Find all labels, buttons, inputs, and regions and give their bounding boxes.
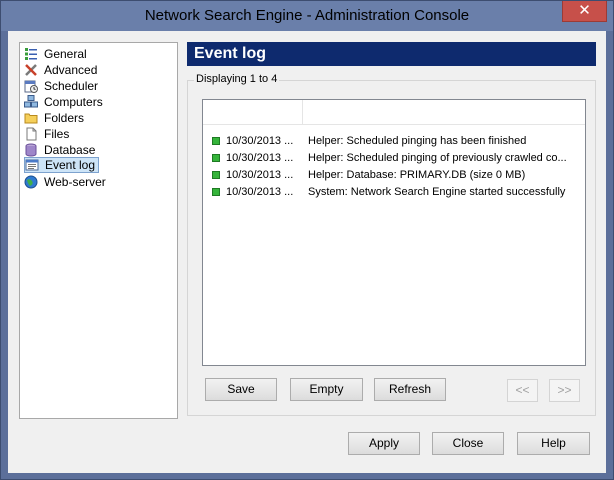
sidebar-item-label: Computers — [44, 95, 103, 109]
sidebar-item-files[interactable]: Files — [24, 126, 72, 142]
sidebar-item-general[interactable]: General — [24, 46, 90, 62]
log-datetime: 10/30/2013 ... — [226, 134, 294, 147]
globe-icon — [24, 175, 38, 189]
log-message: Helper: Database: PRIMARY.DB (size 0 MB) — [308, 168, 526, 181]
log-datetime: 10/30/2013 ... — [226, 151, 294, 164]
log-datetime: 10/30/2013 ... — [226, 185, 294, 198]
sidebar-item-label: Files — [44, 127, 70, 141]
sidebar-item-event-log[interactable]: Event log — [24, 157, 100, 173]
status-ok-icon — [212, 136, 220, 145]
sidebar-item-database[interactable]: Database — [24, 142, 98, 158]
event-log-icon — [25, 158, 39, 172]
prev-page-button[interactable]: << — [507, 379, 538, 402]
table-row[interactable]: 10/30/2013 ... Helper: Scheduled pinging… — [212, 149, 566, 166]
database-icon — [24, 143, 38, 157]
sidebar-item-label: Folders — [44, 111, 85, 125]
list-icon — [24, 47, 38, 61]
table-row[interactable]: 10/30/2013 ... Helper: Database: PRIMARY… — [212, 166, 566, 183]
status-ok-icon — [212, 187, 220, 196]
table-row[interactable]: 10/30/2013 ... Helper: Scheduled pinging… — [212, 132, 566, 149]
log-message: System: Network Search Engine started su… — [308, 185, 566, 198]
table-row[interactable]: 10/30/2013 ... System: Network Search En… — [212, 183, 566, 200]
save-button[interactable]: Save — [205, 378, 277, 401]
sidebar-item-label: Advanced — [44, 63, 98, 77]
window-title: Network Search Engine - Administration C… — [144, 7, 470, 24]
sidebar-item-web-server[interactable]: Web-server — [24, 174, 109, 190]
clock-icon — [24, 79, 38, 93]
folder-icon — [24, 111, 38, 125]
help-button[interactable]: Help — [517, 432, 590, 455]
tools-icon — [24, 63, 38, 77]
window-close-button[interactable]: ✕ — [562, 1, 607, 22]
sidebar-item-label: General — [44, 47, 87, 61]
sidebar-item-label: Web-server — [44, 175, 106, 189]
computers-icon — [24, 95, 38, 109]
sidebar-item-label: Database — [44, 143, 96, 157]
next-page-button[interactable]: >> — [549, 379, 580, 402]
sidebar-item-folders[interactable]: Folders — [24, 110, 87, 126]
close-button[interactable]: Close — [432, 432, 504, 455]
panel-header: Event log — [187, 42, 596, 66]
refresh-button[interactable]: Refresh — [374, 378, 446, 401]
sidebar-item-scheduler[interactable]: Scheduler — [24, 78, 101, 94]
event-log-list[interactable]: 10/30/2013 ... Helper: Scheduled pinging… — [202, 99, 586, 366]
group-caption: Displaying 1 to 4 — [194, 73, 280, 85]
page-title: Event log — [194, 45, 267, 62]
sidebar-nav: General Advanced Scheduler Computers Fol… — [19, 42, 178, 419]
log-message: Helper: Scheduled pinging of previously … — [308, 151, 566, 164]
sidebar-item-computers[interactable]: Computers — [24, 94, 106, 110]
empty-button[interactable]: Empty — [290, 378, 363, 401]
apply-button[interactable]: Apply — [348, 432, 420, 455]
status-ok-icon — [212, 170, 220, 179]
status-ok-icon — [212, 153, 220, 162]
sidebar-item-label: Event log — [45, 158, 96, 172]
log-message: Helper: Scheduled pinging has been finis… — [308, 134, 527, 147]
column-separator[interactable] — [302, 100, 303, 124]
app-window: Network Search Engine - Administration C… — [0, 0, 614, 480]
list-column-header[interactable] — [203, 100, 585, 125]
client-area: General Advanced Scheduler Computers Fol… — [8, 31, 606, 473]
log-datetime: 10/30/2013 ... — [226, 168, 294, 181]
title-bar[interactable]: Network Search Engine - Administration C… — [1, 1, 613, 31]
sidebar-item-advanced[interactable]: Advanced — [24, 62, 100, 78]
sidebar-item-label: Scheduler — [44, 79, 99, 93]
file-icon — [24, 127, 38, 141]
